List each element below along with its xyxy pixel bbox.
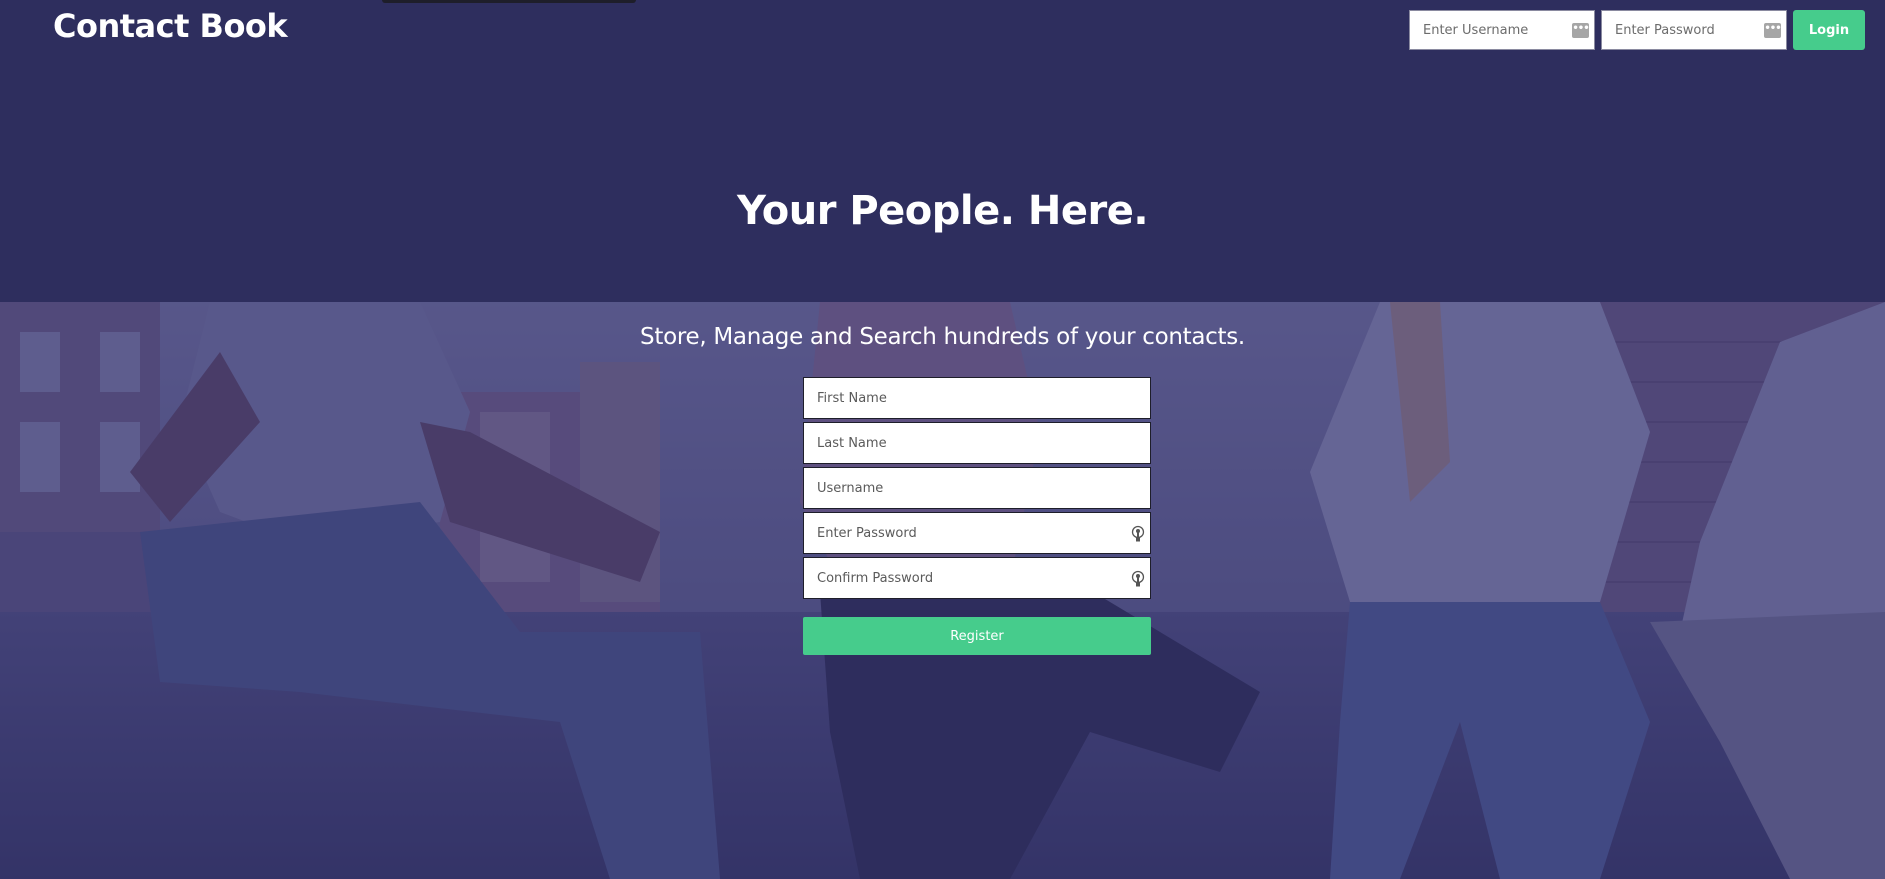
- first-name-field: [803, 377, 1151, 419]
- hero-title: Your People. Here.: [736, 188, 1149, 234]
- header-band: Contact Book ••• ••• Login Your People. …: [0, 0, 1885, 302]
- page: Contact Book ••• ••• Login Your People. …: [0, 0, 1885, 879]
- confirm-password-input[interactable]: [804, 558, 1150, 598]
- login-button[interactable]: Login: [1793, 10, 1865, 50]
- first-name-input[interactable]: [804, 378, 1150, 418]
- login-form: ••• ••• Login: [1409, 10, 1865, 50]
- login-username-field: •••: [1409, 10, 1595, 50]
- browser-tab-edge: [382, 0, 636, 3]
- username-field: [803, 467, 1151, 509]
- login-password-field: •••: [1601, 10, 1787, 50]
- password-manager-icon[interactable]: •••: [1572, 23, 1590, 38]
- brand-title[interactable]: Contact Book: [53, 4, 288, 48]
- login-password-input[interactable]: [1602, 11, 1786, 49]
- key-icon[interactable]: [1130, 570, 1146, 588]
- last-name-field: [803, 422, 1151, 464]
- register-button[interactable]: Register: [803, 617, 1151, 655]
- last-name-input[interactable]: [804, 423, 1150, 463]
- login-username-input[interactable]: [1410, 11, 1594, 49]
- password-field: [803, 512, 1151, 554]
- register-form: Register: [803, 377, 1151, 655]
- username-input[interactable]: [804, 468, 1150, 508]
- confirm-password-field: [803, 557, 1151, 599]
- password-input[interactable]: [804, 513, 1150, 553]
- password-manager-icon[interactable]: •••: [1764, 23, 1782, 38]
- key-icon[interactable]: [1130, 525, 1146, 543]
- hero-tagline: Store, Manage and Search hundreds of you…: [640, 324, 1245, 350]
